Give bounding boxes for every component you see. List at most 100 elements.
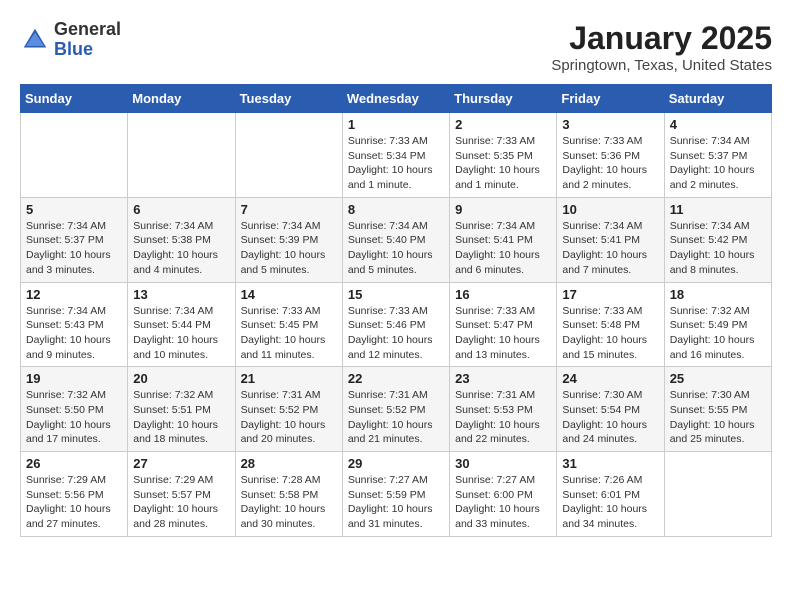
day-info: Sunrise: 7:27 AMSunset: 5:59 PMDaylight:… [348,473,444,532]
day-info: Sunrise: 7:29 AMSunset: 5:57 PMDaylight:… [133,473,229,532]
day-number: 10 [562,202,658,217]
daylight-text: Daylight: 10 hours and 1 minute. [348,163,444,192]
sunset-text: Sunset: 5:40 PM [348,233,444,248]
calendar-cell: 7Sunrise: 7:34 AMSunset: 5:39 PMDaylight… [235,197,342,282]
calendar-cell [664,452,771,537]
sunrise-text: Sunrise: 7:33 AM [348,134,444,149]
sunset-text: Sunset: 5:41 PM [455,233,551,248]
sunrise-text: Sunrise: 7:27 AM [455,473,551,488]
calendar-cell: 5 Sunrise: 7:34 AMSunset: 5:37 PMDaylight… [21,197,128,282]
day-number: 17 [562,287,658,302]
sunset-text: Sunset: 5:35 PM [455,149,551,164]
daylight-text: Daylight: 10 hours and 34 minutes. [562,502,658,531]
sunrise-text: Sunrise: 7:32 AM [670,304,766,319]
calendar-cell [235,113,342,198]
calendar-cell: 15Sunrise: 7:33 AMSunset: 5:46 PMDayligh… [342,282,449,367]
daylight-text: Daylight: 10 hours and 5 minutes. [348,248,444,277]
daylight-text: Daylight: 10 hours and 28 minutes. [133,502,229,531]
sunset-text: Sunset: 5:37 PM [670,149,766,164]
daylight-text: Daylight: 10 hours and 7 minutes. [562,248,658,277]
sunrise-text: Sunrise: 7:33 AM [562,304,658,319]
daylight-text: Daylight: 10 hours and 9 minutes. [26,333,122,362]
sunset-text: Sunset: 5:46 PM [348,318,444,333]
header-day: Thursday [450,85,557,113]
sunrise-text: Sunrise: 7:32 AM [26,388,122,403]
calendar-cell: 9Sunrise: 7:34 AMSunset: 5:41 PMDaylight… [450,197,557,282]
calendar-week-row: 12 Sunrise: 7:34 AMSunset: 5:43 PMDayligh… [21,282,772,367]
daylight-text: Daylight: 10 hours and 1 minute. [455,163,551,192]
daylight-text: Daylight: 10 hours and 27 minutes. [26,502,122,531]
sunrise-text: Sunrise: 7:30 AM [562,388,658,403]
day-info: Sunrise: 7:32 AMSunset: 5:51 PMDaylight:… [133,388,229,447]
header-day: Sunday [21,85,128,113]
sunrise-text: Sunrise: 7:31 AM [455,388,551,403]
sunrise-text: Sunrise: 7:29 AM [133,473,229,488]
sunrise-text: Sunrise: 7:29 AM [26,473,122,488]
sunrise-text: Sunrise: 7:34 AM [133,304,229,319]
day-number: 26 [26,456,122,471]
calendar-cell: 4Sunrise: 7:34 AMSunset: 5:37 PMDaylight… [664,113,771,198]
day-info: Sunrise: 7:30 AMSunset: 5:55 PMDaylight:… [670,388,766,447]
sunset-text: Sunset: 5:59 PM [348,488,444,503]
day-number: 21 [241,371,337,386]
day-number: 5 [26,202,122,217]
sunset-text: Sunset: 5:56 PM [26,488,122,503]
day-info: Sunrise: 7:34 AMSunset: 5:37 PMDaylight:… [26,219,122,278]
day-info: Sunrise: 7:34 AMSunset: 5:43 PMDaylight:… [26,304,122,363]
sunrise-text: Sunrise: 7:31 AM [348,388,444,403]
sunrise-text: Sunrise: 7:33 AM [455,304,551,319]
sunrise-text: Sunrise: 7:26 AM [562,473,658,488]
daylight-text: Daylight: 10 hours and 2 minutes. [670,163,766,192]
calendar-title: January 2025 [551,20,772,57]
day-number: 30 [455,456,551,471]
calendar-cell: 6Sunrise: 7:34 AMSunset: 5:38 PMDaylight… [128,197,235,282]
calendar-subtitle: Springtown, Texas, United States [551,57,772,74]
calendar-cell: 22Sunrise: 7:31 AMSunset: 5:52 PMDayligh… [342,367,449,452]
calendar-week-row: 19Sunrise: 7:32 AMSunset: 5:50 PMDayligh… [21,367,772,452]
sunrise-text: Sunrise: 7:34 AM [241,219,337,234]
day-info: Sunrise: 7:28 AMSunset: 5:58 PMDaylight:… [241,473,337,532]
daylight-text: Daylight: 10 hours and 5 minutes. [241,248,337,277]
sunset-text: Sunset: 5:34 PM [348,149,444,164]
calendar-week-row: 26Sunrise: 7:29 AMSunset: 5:56 PMDayligh… [21,452,772,537]
calendar-cell: 12 Sunrise: 7:34 AMSunset: 5:43 PMDayligh… [21,282,128,367]
page-header: General Blue January 2025 Springtown, Te… [20,20,772,74]
sunset-text: Sunset: 5:37 PM [26,233,122,248]
day-number: 1 [348,117,444,132]
day-number: 14 [241,287,337,302]
daylight-text: Daylight: 10 hours and 18 minutes. [133,418,229,447]
day-number: 12 [26,287,122,302]
calendar-cell: 20 Sunrise: 7:32 AMSunset: 5:51 PMDayligh… [128,367,235,452]
sunset-text: Sunset: 5:41 PM [562,233,658,248]
day-info: Sunrise: 7:31 AMSunset: 5:52 PMDaylight:… [348,388,444,447]
daylight-text: Daylight: 10 hours and 10 minutes. [133,333,229,362]
calendar-week-row: 1Sunrise: 7:33 AMSunset: 5:34 PMDaylight… [21,113,772,198]
day-info: Sunrise: 7:33 AMSunset: 5:35 PMDaylight:… [455,134,551,193]
day-number: 18 [670,287,766,302]
day-info: Sunrise: 7:27 AMSunset: 6:00 PMDaylight:… [455,473,551,532]
calendar-cell: 17Sunrise: 7:33 AMSunset: 5:48 PMDayligh… [557,282,664,367]
day-number: 20 [133,371,229,386]
day-number: 7 [241,202,337,217]
daylight-text: Daylight: 10 hours and 21 minutes. [348,418,444,447]
sunset-text: Sunset: 5:55 PM [670,403,766,418]
day-info: Sunrise: 7:34 AMSunset: 5:44 PMDaylight:… [133,304,229,363]
calendar-cell [21,113,128,198]
sunrise-text: Sunrise: 7:34 AM [670,219,766,234]
calendar-cell: 23Sunrise: 7:31 AMSunset: 5:53 PMDayligh… [450,367,557,452]
sunset-text: Sunset: 5:48 PM [562,318,658,333]
daylight-text: Daylight: 10 hours and 2 minutes. [562,163,658,192]
day-number: 13 [133,287,229,302]
logo-icon [20,25,50,55]
sunset-text: Sunset: 5:42 PM [670,233,766,248]
sunrise-text: Sunrise: 7:34 AM [133,219,229,234]
daylight-text: Daylight: 10 hours and 25 minutes. [670,418,766,447]
calendar-cell: 19Sunrise: 7:32 AMSunset: 5:50 PMDayligh… [21,367,128,452]
calendar-cell: 16Sunrise: 7:33 AMSunset: 5:47 PMDayligh… [450,282,557,367]
day-number: 6 [133,202,229,217]
day-info: Sunrise: 7:26 AMSunset: 6:01 PMDaylight:… [562,473,658,532]
day-number: 28 [241,456,337,471]
day-info: Sunrise: 7:33 AMSunset: 5:45 PMDaylight:… [241,304,337,363]
calendar-cell: 2Sunrise: 7:33 AMSunset: 5:35 PMDaylight… [450,113,557,198]
day-number: 8 [348,202,444,217]
